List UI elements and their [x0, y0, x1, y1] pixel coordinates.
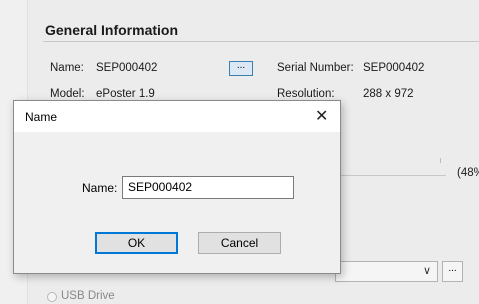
dialog-titlebar: Name ✕ — [14, 101, 340, 132]
name-dialog: Name ✕ Name: SEP000402 OK Cancel — [13, 100, 341, 274]
slider-track[interactable] — [331, 175, 446, 176]
section-title: General Information — [45, 22, 179, 38]
model-label: Model: — [50, 88, 85, 100]
close-icon[interactable]: ✕ — [315, 106, 328, 126]
resolution-label: Resolution: — [277, 88, 335, 100]
resolution-value: 288 x 972 — [363, 88, 414, 100]
serial-number-value: SEP000402 — [363, 62, 425, 74]
usb-drive-radio[interactable] — [47, 292, 57, 302]
chevron-down-icon[interactable]: ∨ — [423, 264, 431, 277]
ok-button[interactable]: OK — [95, 232, 178, 254]
serial-number-label: Serial Number: — [277, 62, 354, 74]
cancel-button[interactable]: Cancel — [198, 232, 281, 254]
section-divider — [43, 41, 479, 42]
name-label: Name: — [50, 62, 84, 74]
rename-button[interactable]: ... — [229, 61, 253, 76]
dialog-name-label: Name: — [82, 181, 118, 195]
storage-combo[interactable]: r ∨ — [330, 261, 438, 282]
slider-percent: (48% — [457, 167, 479, 179]
usb-drive-label: USB Drive — [61, 290, 115, 302]
name-value: SEP000402 — [96, 62, 158, 74]
slider-tick — [440, 158, 441, 163]
dialog-title: Name — [25, 110, 58, 124]
dialog-name-input[interactable]: SEP000402 — [122, 176, 294, 199]
model-value: ePoster 1.9 — [96, 88, 155, 100]
storage-browse-button[interactable]: ... — [442, 261, 463, 282]
